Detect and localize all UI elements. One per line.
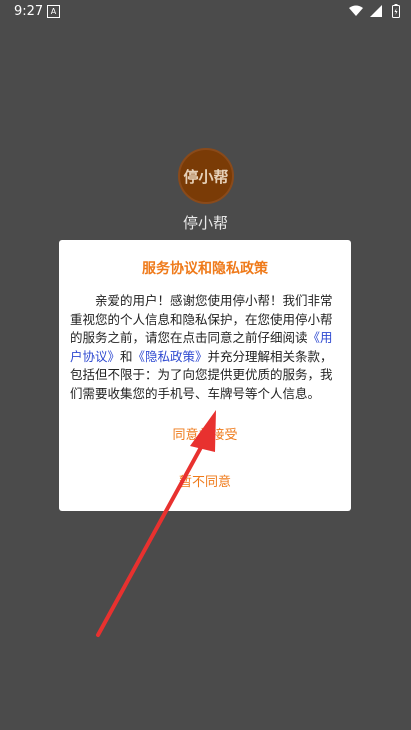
privacy-policy-link[interactable]: 《隐私政策》: [133, 349, 208, 364]
dialog-body-and: 和: [120, 348, 133, 364]
status-bar: 9:27 A: [0, 0, 411, 24]
wifi-icon: [349, 4, 363, 18]
status-time: 9:27: [14, 4, 44, 19]
app-name: 停小帮: [182, 214, 228, 232]
battery-icon: [389, 4, 403, 18]
agree-button[interactable]: 同意并接受: [59, 424, 351, 443]
app-logo: 停小帮: [178, 148, 234, 204]
dialog-body: 亲爱的用户！感谢您使用停小帮！我们非常重视您的个人信息和隐私保护，在您使用停小帮…: [70, 292, 340, 403]
notification-icon: A: [47, 5, 60, 18]
status-icons: [349, 4, 403, 18]
signal-icon: [369, 4, 383, 18]
disagree-button[interactable]: 暂不同意: [59, 471, 351, 490]
privacy-dialog: 服务协议和隐私政策 亲爱的用户！感谢您使用停小帮！我们非常重视您的个人信息和隐私…: [59, 240, 351, 511]
dialog-title: 服务协议和隐私政策: [142, 261, 268, 277]
dialog-body-text-1: 亲爱的用户！感谢您使用停小帮！我们非常重视您的个人信息和隐私保护，在您使用停小帮…: [70, 293, 333, 345]
